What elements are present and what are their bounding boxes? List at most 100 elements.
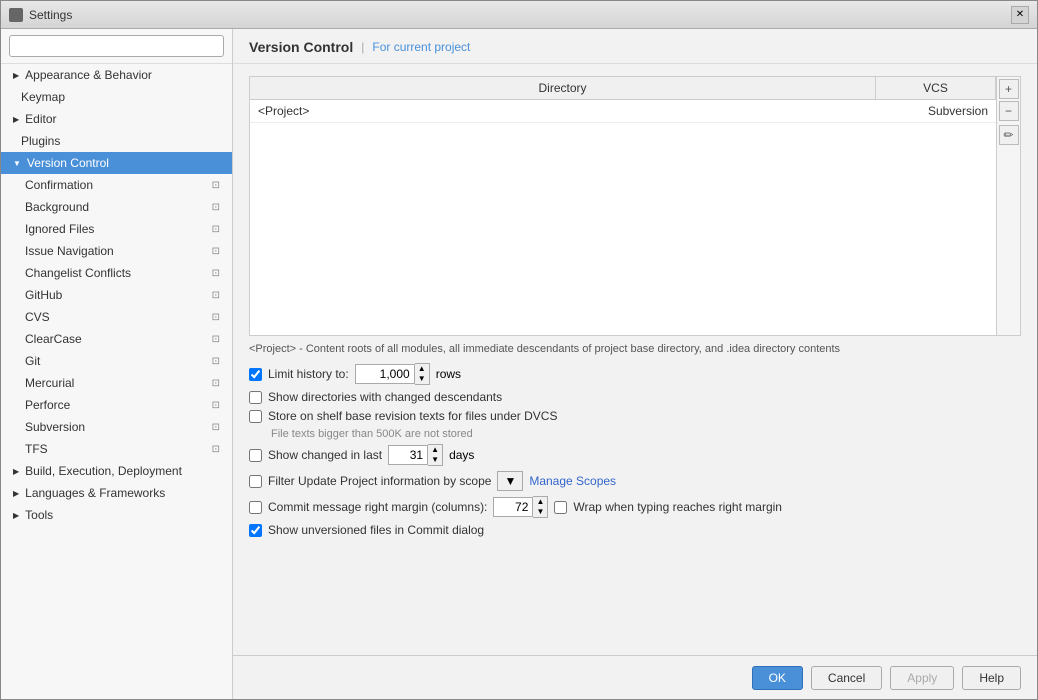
commit-margin-checkbox[interactable] xyxy=(249,501,262,514)
days-spin-up[interactable]: ▲ xyxy=(428,445,442,455)
show-changed-checkbox[interactable] xyxy=(249,391,262,404)
col-vcs: VCS xyxy=(876,77,996,99)
sidebar-item-clearcase[interactable]: ClearCase ⊡ xyxy=(1,328,232,350)
sidebar-item-subversion[interactable]: Subversion ⊡ xyxy=(1,416,232,438)
sidebar-item-label: Editor xyxy=(25,112,56,126)
margin-input[interactable] xyxy=(493,497,533,517)
show-changed-row: Show directories with changed descendant… xyxy=(249,390,1021,404)
help-button[interactable]: Help xyxy=(962,666,1021,690)
ok-button[interactable]: OK xyxy=(752,666,803,690)
wrap-label: Wrap when typing reaches right margin xyxy=(573,500,782,514)
sidebar-item-github[interactable]: GitHub ⊡ xyxy=(1,284,232,306)
arrow-icon: ▶ xyxy=(13,511,19,520)
page-icon: ⊡ xyxy=(212,290,220,301)
show-unversioned-row: Show unversioned files in Commit dialog xyxy=(249,523,1021,537)
sidebar-item-languages[interactable]: ▶ Languages & Frameworks xyxy=(1,482,232,504)
sidebar-item-tools[interactable]: ▶ Tools xyxy=(1,504,232,526)
page-icon: ⊡ xyxy=(212,246,220,257)
page-icon: ⊡ xyxy=(212,224,220,235)
wrap-checkbox[interactable] xyxy=(554,501,567,514)
sidebar-item-keymap[interactable]: Keymap xyxy=(1,86,232,108)
margin-spin-down[interactable]: ▼ xyxy=(533,507,547,517)
sidebar-item-label: Perforce xyxy=(25,398,70,412)
spin-up-button[interactable]: ▲ xyxy=(415,364,429,374)
page-icon: ⊡ xyxy=(212,202,220,213)
sidebar-item-label: Keymap xyxy=(21,90,65,104)
vcs-table: Directory VCS <Project> Subversion xyxy=(250,77,996,335)
sidebar-item-tfs[interactable]: TFS ⊡ xyxy=(1,438,232,460)
sidebar-item-cvs[interactable]: CVS ⊡ xyxy=(1,306,232,328)
sidebar-item-label: Version Control xyxy=(27,156,109,170)
sidebar-item-label: CVS xyxy=(25,310,50,324)
limit-history-spinner: ▲ ▼ xyxy=(355,363,430,385)
sidebar-item-appearance[interactable]: ▶ Appearance & Behavior xyxy=(1,64,232,86)
sidebar-item-label: Confirmation xyxy=(25,178,93,192)
sidebar-item-git[interactable]: Git ⊡ xyxy=(1,350,232,372)
show-unversioned-label: Show unversioned files in Commit dialog xyxy=(268,523,484,537)
days-spinner-buttons: ▲ ▼ xyxy=(428,444,443,466)
page-icon: ⊡ xyxy=(212,422,220,433)
spin-down-button[interactable]: ▼ xyxy=(415,374,429,384)
table-toolbar: + − ✏ xyxy=(996,77,1020,335)
spinner-buttons: ▲ ▼ xyxy=(415,363,430,385)
sidebar-item-mercurial[interactable]: Mercurial ⊡ xyxy=(1,372,232,394)
sidebar-item-background[interactable]: Background ⊡ xyxy=(1,196,232,218)
table-row[interactable]: <Project> Subversion xyxy=(250,100,996,123)
filter-update-row: Filter Update Project information by sco… xyxy=(249,471,1021,491)
store-shelf-row: Store on shelf base revision texts for f… xyxy=(249,409,1021,423)
page-icon: ⊡ xyxy=(212,356,220,367)
manage-scopes-link[interactable]: Manage Scopes xyxy=(529,474,616,488)
sidebar-item-build[interactable]: ▶ Build, Execution, Deployment xyxy=(1,460,232,482)
edit-row-button[interactable]: ✏ xyxy=(999,125,1019,145)
sidebar-item-plugins[interactable]: Plugins xyxy=(1,130,232,152)
show-unversioned-checkbox[interactable] xyxy=(249,524,262,537)
remove-row-button[interactable]: − xyxy=(999,101,1019,121)
page-icon: ⊡ xyxy=(212,312,220,323)
add-row-button[interactable]: + xyxy=(999,79,1019,99)
show-changed-last-checkbox[interactable] xyxy=(249,449,262,462)
days-input[interactable] xyxy=(388,445,428,465)
sidebar-item-changelist-conflicts[interactable]: Changelist Conflicts ⊡ xyxy=(1,262,232,284)
limit-history-input[interactable] xyxy=(355,364,415,384)
settings-window: Settings ✕ ▶ Appearance & Behavior Keyma… xyxy=(0,0,1038,700)
store-shelf-checkbox[interactable] xyxy=(249,410,262,423)
arrow-icon: ▶ xyxy=(13,489,19,498)
content-area: ▶ Appearance & Behavior Keymap ▶ Editor … xyxy=(1,29,1037,699)
search-input[interactable] xyxy=(9,35,224,57)
sidebar-item-label: TFS xyxy=(25,442,48,456)
scope-dropdown[interactable]: ▼ xyxy=(497,471,523,491)
show-changed-last-row: Show changed in last ▲ ▼ days xyxy=(249,444,1021,466)
limit-history-label: Limit history to: xyxy=(268,367,349,381)
col-directory: Directory xyxy=(250,77,876,99)
sidebar: ▶ Appearance & Behavior Keymap ▶ Editor … xyxy=(1,29,233,699)
main-body: Directory VCS <Project> Subversion + − ✏ xyxy=(233,64,1037,655)
sidebar-item-label: Appearance & Behavior xyxy=(25,68,152,82)
apply-button[interactable]: Apply xyxy=(890,666,954,690)
commit-margin-row: Commit message right margin (columns): ▲… xyxy=(249,496,1021,518)
arrow-icon: ▶ xyxy=(13,467,19,476)
sidebar-item-perforce[interactable]: Perforce ⊡ xyxy=(1,394,232,416)
table-header: Directory VCS xyxy=(250,77,996,100)
arrow-icon: ▼ xyxy=(13,159,21,168)
limit-history-checkbox[interactable] xyxy=(249,368,262,381)
info-text: <Project> - Content roots of all modules… xyxy=(249,342,1021,357)
sidebar-item-version-control[interactable]: ▼ Version Control xyxy=(1,152,232,174)
close-button[interactable]: ✕ xyxy=(1011,6,1029,24)
page-icon: ⊡ xyxy=(212,180,220,191)
filter-update-label: Filter Update Project information by sco… xyxy=(268,474,491,488)
filter-update-checkbox[interactable] xyxy=(249,475,262,488)
sidebar-item-ignored-files[interactable]: Ignored Files ⊡ xyxy=(1,218,232,240)
sidebar-item-issue-navigation[interactable]: Issue Navigation ⊡ xyxy=(1,240,232,262)
sidebar-item-label: Ignored Files xyxy=(25,222,94,236)
days-spin-down[interactable]: ▼ xyxy=(428,455,442,465)
margin-spinner-buttons: ▲ ▼ xyxy=(533,496,548,518)
sidebar-item-label: Background xyxy=(25,200,89,214)
cancel-button[interactable]: Cancel xyxy=(811,666,882,690)
margin-spinner: ▲ ▼ xyxy=(493,496,548,518)
sidebar-item-confirmation[interactable]: Confirmation ⊡ xyxy=(1,174,232,196)
project-link[interactable]: For current project xyxy=(372,40,470,54)
sidebar-item-label: Changelist Conflicts xyxy=(25,266,131,280)
margin-spin-up[interactable]: ▲ xyxy=(533,497,547,507)
sidebar-item-editor[interactable]: ▶ Editor xyxy=(1,108,232,130)
days-label: days xyxy=(449,448,474,462)
